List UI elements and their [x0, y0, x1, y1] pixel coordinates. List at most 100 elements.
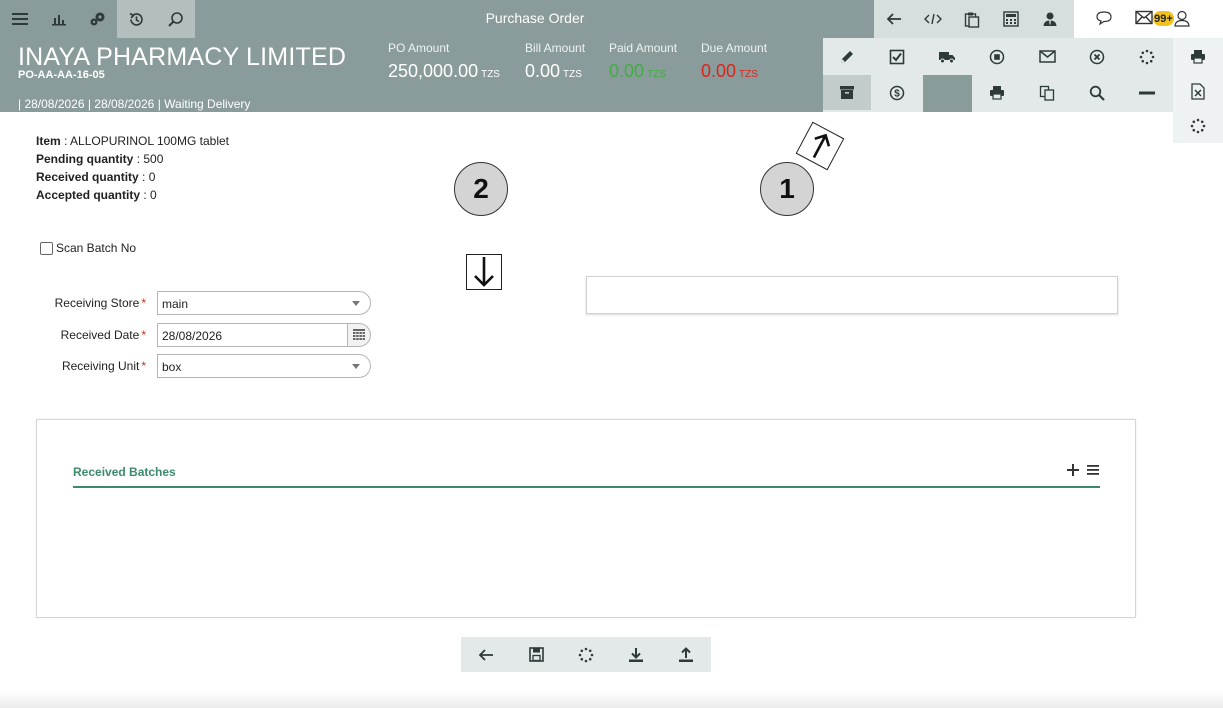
pending-row: Pending quantity : 500	[36, 152, 164, 166]
deliver-button[interactable]	[923, 39, 971, 74]
arrow-up-icon	[812, 133, 831, 159]
edit-button[interactable]	[823, 39, 871, 74]
received-value: 0	[148, 170, 156, 184]
receiving-unit-label-text: Receiving Unit	[61, 359, 140, 373]
receiving-unit-select[interactable]: box	[157, 354, 371, 378]
collapse-button[interactable]	[1123, 75, 1171, 110]
add-batch-button[interactable]	[1067, 463, 1079, 481]
arrow-down-annotation	[466, 254, 502, 290]
received-batches-tools	[1067, 463, 1099, 481]
top-bar-user-tools: 99+	[1074, 0, 1223, 38]
export-excel-button[interactable]	[1173, 74, 1223, 109]
bill-amount-value: 0.00	[525, 61, 561, 81]
received-batches-title: Received Batches	[73, 465, 176, 479]
mail-button[interactable]	[1135, 10, 1153, 30]
edit-icon	[841, 50, 853, 63]
upload-button[interactable]	[661, 637, 711, 672]
side-action-column	[1173, 38, 1223, 143]
po-number: PO-AA-AA-16-05	[18, 69, 105, 81]
print-button[interactable]	[973, 75, 1021, 110]
stop-button[interactable]	[973, 39, 1021, 74]
bill-amount-value-row: 0.00 TZS	[525, 61, 585, 82]
clipboard-button[interactable]	[952, 0, 991, 38]
empty-input-box[interactable]	[586, 276, 1118, 314]
paid-amount-label: Paid Amount	[609, 41, 678, 55]
receiving-unit-row: Receiving Unit * box	[0, 354, 380, 378]
batch-menu-button[interactable]	[1087, 463, 1099, 481]
received-batches-divider	[73, 486, 1100, 488]
reports-button[interactable]	[39, 0, 78, 38]
chart-icon	[51, 15, 66, 26]
user-manager-button[interactable]	[1030, 0, 1069, 38]
user-icon	[1174, 10, 1190, 27]
paid-amount-value-row: 0.00 TZS	[609, 61, 677, 82]
menu-button[interactable]	[0, 0, 39, 38]
payment-button[interactable]: $	[873, 75, 921, 110]
receiving-store-select[interactable]: main	[157, 291, 371, 315]
history-button[interactable]	[117, 0, 156, 38]
action-toolbar: $	[823, 38, 1173, 112]
required-mark: *	[141, 296, 146, 310]
refresh-button[interactable]	[1123, 39, 1171, 74]
save-button[interactable]	[511, 637, 561, 672]
step-marker-1: 1	[760, 162, 814, 216]
due-amount: Due Amount 0.00 TZS	[701, 41, 767, 82]
chat-button[interactable]	[1095, 10, 1113, 31]
item-label: Item	[36, 134, 61, 148]
spinner-icon	[1190, 118, 1206, 133]
bottom-refresh-button[interactable]	[561, 637, 611, 672]
company-name: INAYA PHARMACY LIMITED	[18, 43, 347, 71]
history-icon	[129, 12, 143, 26]
due-amount-value: 0.00	[701, 61, 737, 81]
settings-button[interactable]	[78, 0, 117, 38]
save-icon	[528, 647, 544, 662]
receiving-store-label-text: Receiving Store	[54, 296, 140, 310]
po-amount-currency: TZS	[481, 69, 500, 80]
po-amount-label: PO Amount	[388, 41, 450, 55]
chevron-down-icon	[352, 364, 360, 369]
email-button[interactable]	[1023, 39, 1071, 74]
received-date-row: Received Date * 28/08/2026	[0, 323, 380, 347]
received-date-label-text: Received Date	[60, 328, 140, 342]
side-print-button[interactable]	[1173, 39, 1223, 74]
code-button[interactable]	[913, 0, 952, 38]
arrow-up-annotation	[795, 121, 845, 171]
cancel-button[interactable]	[1073, 39, 1121, 74]
approve-button[interactable]	[873, 39, 921, 74]
po-meta: | 28/08/2026 | 28/08/2026 | Waiting Deli…	[18, 97, 251, 111]
global-search-button[interactable]	[156, 0, 195, 38]
stop-circle-icon	[989, 49, 1005, 64]
app-window: Purchase Order 99+ INAYA PHARMACY LIMITE…	[0, 0, 1223, 708]
clipboard-icon	[964, 12, 979, 28]
top-bar-left-tools	[0, 0, 195, 38]
paid-amount-currency: TZS	[647, 69, 666, 80]
receiving-store-value: main	[162, 297, 189, 311]
back-arrow-icon	[478, 648, 493, 661]
archive-button[interactable]	[823, 75, 871, 110]
search-button[interactable]	[1073, 75, 1121, 110]
dollar-circle-icon: $	[889, 85, 905, 100]
side-refresh-button[interactable]	[1173, 108, 1223, 143]
archive-icon	[840, 86, 854, 99]
required-mark: *	[141, 328, 146, 342]
page-title: Purchase Order	[485, 10, 585, 26]
download-button[interactable]	[611, 637, 661, 672]
back-button[interactable]	[874, 0, 913, 38]
top-bar: Purchase Order 99+	[0, 0, 1223, 38]
spinner-icon	[578, 647, 594, 662]
duplicate-button[interactable]	[1023, 75, 1071, 110]
due-amount-currency: TZS	[739, 69, 758, 80]
notification-badge: 99+	[1153, 11, 1174, 26]
pending-value: 500	[143, 152, 164, 166]
calculator-button[interactable]	[991, 0, 1030, 38]
receiving-unit-value: box	[162, 360, 182, 374]
scan-batch-checkbox[interactable]	[40, 241, 53, 255]
scan-batch-option[interactable]: Scan Batch No	[40, 241, 136, 255]
bottom-back-button[interactable]	[461, 637, 511, 672]
received-row: Received quantity : 0	[36, 170, 156, 184]
receiving-store-row: Receiving Store * main	[0, 291, 380, 315]
step-marker-2: 2	[454, 162, 508, 216]
user-profile-button[interactable]	[1174, 10, 1190, 32]
received-date-input[interactable]: 28/08/2026	[157, 323, 349, 347]
date-picker-button[interactable]	[347, 323, 371, 347]
